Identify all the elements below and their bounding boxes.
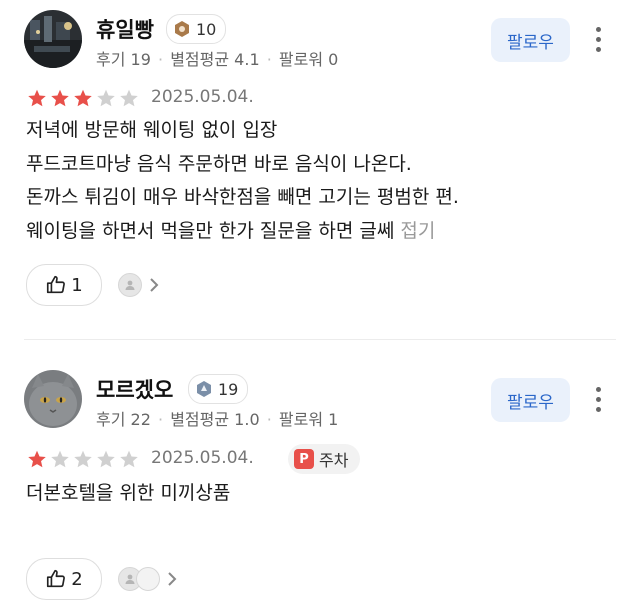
level-hexagon-icon [195,380,213,398]
fold-link[interactable]: 접기 [400,220,435,242]
divider [24,339,616,340]
avg-label: 별점평균 [170,50,230,69]
more-options-icon[interactable] [588,25,608,55]
level-number: 19 [218,379,239,399]
followers-count: 1 [328,410,339,429]
level-badge: 19 [188,374,249,404]
reactor-avatar [136,567,160,591]
level-hexagon-icon [173,20,191,38]
review-date: 2025.05.04. [151,448,254,468]
avatar[interactable] [24,10,82,68]
thumbs-up-icon [47,275,66,294]
followers-label: 팔로워 [278,50,324,69]
review-line: 웨이팅을 하면서 먹을만 한가 질문을 하면 글쎄 [26,219,395,242]
reviews-label: 후기 [96,50,126,69]
followers-label: 팔로워 [278,410,324,429]
star-empty-icon [97,450,115,468]
parking-icon: P [294,449,314,469]
reactors-button[interactable] [118,567,178,591]
star-empty-icon [97,89,115,107]
avg-rating: 1.0 [234,410,260,429]
review-card: 모르겠오 19 후기 22 · 별점평균 1.0 · 팔로워 1 팔로우 202… [0,360,640,605]
follow-button[interactable]: 팔로우 [491,18,570,62]
reviews-count: 22 [130,410,151,429]
review-line: 저녁에 방문해 웨이팅 없이 입장 [26,119,278,141]
review-date: 2025.05.04. [151,87,254,107]
thumbs-up-icon [47,569,66,588]
separator: · [266,50,272,69]
like-count: 2 [71,568,83,590]
star-filled-icon [28,89,46,107]
star-rating [26,88,140,109]
chevron-right-icon [150,278,159,292]
level-badge: 10 [166,14,227,44]
parking-tag: P 주차 [288,444,361,474]
like-button[interactable]: 2 [26,558,102,600]
review-text: 더본호텔을 위한 미끼상품 [26,477,230,511]
like-count: 1 [71,274,83,296]
star-rating [26,449,140,470]
tag-label: 주차 [319,451,349,470]
review-text: 저녁에 방문해 웨이팅 없이 입장 푸드코트마냥 음식 주문하면 바로 음식이 … [26,114,459,248]
avg-rating: 4.1 [234,50,260,69]
avg-label: 별점평균 [170,410,230,429]
star-empty-icon [51,450,69,468]
user-meta: 후기 19 · 별점평균 4.1 · 팔로워 0 [96,46,338,70]
more-options-icon[interactable] [588,385,608,415]
separator: · [266,410,272,429]
username[interactable]: 휴일빵 [96,14,154,44]
reactors-button[interactable] [118,273,160,297]
reviews-label: 후기 [96,410,126,429]
user-meta: 후기 22 · 별점평균 1.0 · 팔로워 1 [96,406,338,430]
username[interactable]: 모르겠오 [96,374,173,404]
star-empty-icon [74,450,92,468]
reviews-count: 19 [130,50,151,69]
review-line: 돈까스 튀김이 매우 바삭한점을 빼면 고기는 평범한 편. [26,186,459,208]
level-number: 10 [196,19,217,39]
separator: · [158,50,164,69]
review-line: 푸드코트마냥 음식 주문하면 바로 음식이 나온다. [26,152,412,175]
separator: · [158,410,164,429]
star-empty-icon [120,89,138,107]
chevron-right-icon [168,572,177,586]
star-filled-icon [28,450,46,468]
star-empty-icon [120,450,138,468]
user-placeholder-icon [118,273,142,297]
star-filled-icon [51,89,69,107]
like-button[interactable]: 1 [26,264,102,306]
follow-button[interactable]: 팔로우 [491,378,570,422]
avatar[interactable] [24,370,82,428]
review-card: 휴일빵 10 후기 19 · 별점평균 4.1 · 팔로워 0 팔로우 2025… [0,0,640,330]
review-line: 더본호텔을 위한 미끼상품 [26,482,231,504]
star-filled-icon [74,89,92,107]
followers-count: 0 [328,50,339,69]
